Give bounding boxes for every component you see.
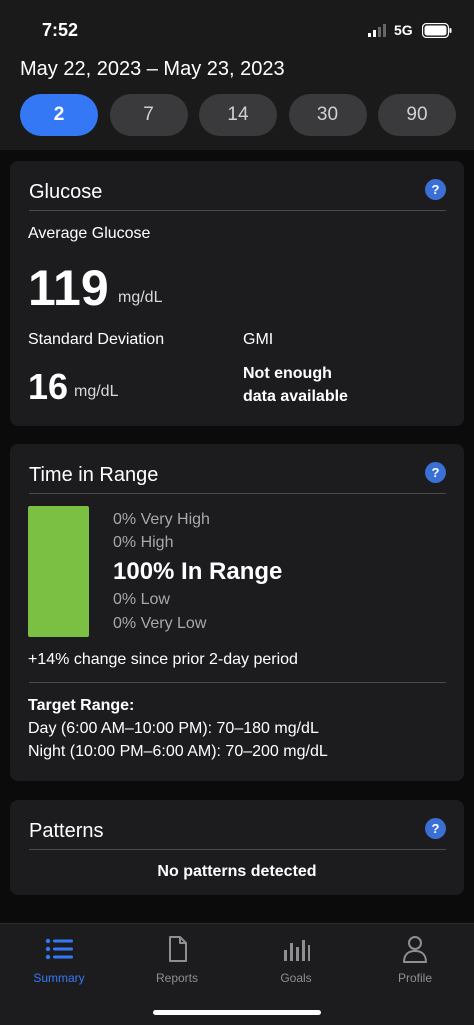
target-range-night: Night (10:00 PM–6:00 AM): 70–200 mg/dL	[28, 743, 328, 760]
signal-icon	[368, 24, 386, 37]
tab-profile-label: Profile	[397, 971, 432, 985]
document-icon	[169, 936, 187, 962]
very-high-label: 0% Very High	[113, 511, 210, 528]
glucose-help-icon[interactable]: ?	[425, 179, 446, 200]
period-30-button[interactable]: 30	[288, 94, 367, 136]
person-icon	[403, 936, 427, 963]
std-dev-unit: mg/dL	[74, 383, 119, 400]
divider	[29, 210, 446, 211]
average-glucose-unit: mg/dL	[118, 289, 163, 306]
bar-chart-icon	[284, 940, 310, 961]
time-in-range-title: Time in Range	[29, 464, 159, 486]
tab-reports[interactable]: Reports	[118, 934, 236, 994]
tab-summary[interactable]: Summary	[0, 934, 118, 994]
period-2-button[interactable]: 2	[20, 94, 98, 136]
time-in-range-help-icon[interactable]: ?	[425, 462, 446, 483]
divider	[29, 493, 446, 494]
average-glucose-value: 119	[28, 260, 109, 316]
divider	[29, 849, 446, 850]
status-time: 7:52	[42, 20, 79, 40]
in-range-bar	[28, 506, 89, 637]
gmi-message-line2: data available	[243, 388, 348, 405]
tab-goals[interactable]: Goals	[237, 934, 355, 994]
very-low-label: 0% Very Low	[113, 615, 207, 632]
patterns-help-icon[interactable]: ?	[425, 818, 446, 839]
average-glucose-label: Average Glucose	[28, 225, 151, 242]
tab-profile[interactable]: Profile	[356, 934, 474, 994]
std-dev-label: Standard Deviation	[28, 331, 165, 348]
period-selector: 2 7 14 30 90	[20, 94, 456, 136]
high-label: 0% High	[113, 534, 174, 551]
tab-reports-label: Reports	[155, 971, 199, 985]
battery-icon	[422, 23, 452, 38]
list-icon	[45, 938, 73, 960]
in-range-label: 100% In Range	[113, 558, 283, 585]
period-14-button[interactable]: 14	[199, 94, 277, 136]
date-range: May 22, 2023 – May 23, 2023	[20, 58, 285, 80]
patterns-message: No patterns detected	[157, 863, 317, 880]
gmi-label: GMI	[243, 331, 274, 348]
divider	[29, 682, 446, 683]
network-label: 5G	[394, 22, 413, 38]
patterns-title: Patterns	[29, 820, 104, 842]
status-bar: 7:52 5G	[0, 0, 474, 56]
period-7-button[interactable]: 7	[109, 94, 188, 136]
gmi-message-line1: Not enough	[243, 365, 332, 382]
tab-summary-label: Summary	[33, 971, 85, 985]
std-dev-value: 16	[28, 366, 69, 407]
patterns-card: Patterns ? No patterns detected	[10, 800, 464, 895]
glucose-card: Glucose ? Average Glucose 119 mg/dL Stan…	[10, 161, 464, 426]
header: 7:52 5G May 22, 2023 – May 23, 2023 2 7 …	[0, 0, 474, 150]
period-90-button[interactable]: 90	[378, 94, 456, 136]
tab-goals-label: Goals	[280, 971, 312, 985]
target-range-day: Day (6:00 AM–10:00 PM): 70–180 mg/dL	[28, 720, 319, 737]
screen: 7:52 5G May 22, 2023 – May 23, 2023 2 7 …	[0, 0, 474, 1025]
glucose-title: Glucose	[29, 181, 103, 203]
low-label: 0% Low	[113, 591, 170, 608]
change-text: +14% change since prior 2-day period	[28, 651, 298, 668]
home-indicator	[153, 1010, 321, 1015]
time-in-range-card: Time in Range ? 0% Very High 0% High 100…	[10, 444, 464, 781]
target-range-title: Target Range:	[28, 697, 135, 714]
